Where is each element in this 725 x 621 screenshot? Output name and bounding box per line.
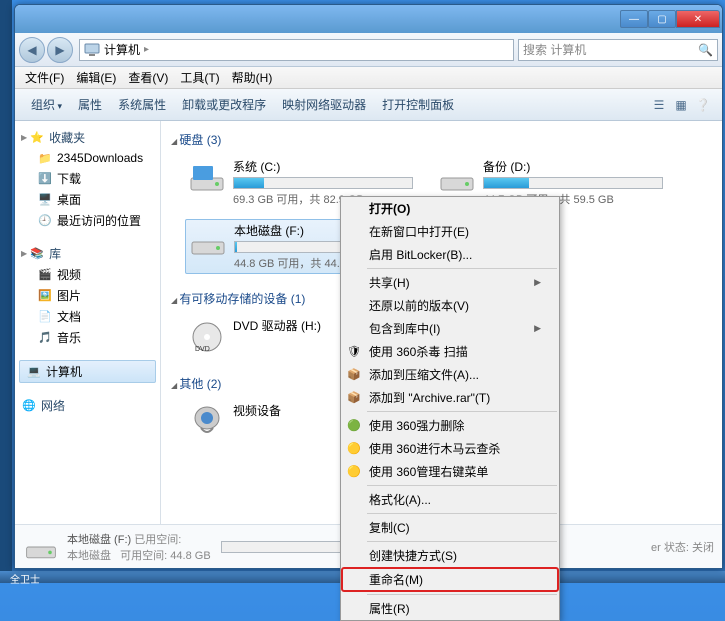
context-separator xyxy=(367,268,557,269)
context-item[interactable]: 启用 BitLocker(B)... xyxy=(341,243,559,266)
properties-button[interactable]: 属性 xyxy=(70,93,110,116)
picture-icon: 🖼️ xyxy=(37,288,53,304)
titlebar: — ▢ ✕ xyxy=(15,5,722,33)
sidebar-network[interactable]: 🌐网络 xyxy=(19,395,156,416)
control-panel-button[interactable]: 打开控制面板 xyxy=(374,93,462,116)
context-separator xyxy=(367,513,557,514)
recent-icon: 🕘 xyxy=(37,213,53,229)
star-icon: ⭐ xyxy=(29,130,45,146)
sidebar-item-downloads2345[interactable]: 📁2345Downloads xyxy=(19,148,156,168)
minimize-button[interactable]: — xyxy=(620,10,648,28)
system-properties-button[interactable]: 系统属性 xyxy=(110,93,174,116)
document-icon: 📄 xyxy=(37,309,53,325)
menu-tools[interactable]: 工具(T) xyxy=(174,69,225,86)
search-icon: 🔍 xyxy=(698,43,713,57)
context-item[interactable]: 创建快捷方式(S) xyxy=(341,544,559,567)
context-item[interactable]: 🛡使用 360杀毒 扫描 xyxy=(341,340,559,363)
context-item-icon: 📦 xyxy=(345,368,363,381)
sidebar: ▶⭐收藏夹 📁2345Downloads ⬇️下载 🖥️桌面 🕘最近访问的位置 … xyxy=(15,121,161,524)
menu-view[interactable]: 查看(V) xyxy=(122,69,174,86)
sidebar-favorites[interactable]: ▶⭐收藏夹 xyxy=(19,127,156,148)
sidebar-item-music[interactable]: 🎵音乐 xyxy=(19,327,156,348)
context-item[interactable]: 包含到库中(I)▶ xyxy=(341,317,559,340)
sidebar-item-downloads[interactable]: ⬇️下载 xyxy=(19,168,156,189)
search-input[interactable]: 搜索 计算机 🔍 xyxy=(518,39,718,61)
organize-button[interactable]: 组织 xyxy=(23,93,70,116)
section-drives[interactable]: 硬盘 (3) xyxy=(171,127,712,152)
drive-icon xyxy=(437,158,477,198)
menubar: 文件(F) 编辑(E) 查看(V) 工具(T) 帮助(H) xyxy=(15,67,722,89)
desktop-icon: 🖥️ xyxy=(37,192,53,208)
back-button[interactable]: ◀ xyxy=(19,37,45,63)
sidebar-libraries[interactable]: ▶📚库 xyxy=(19,243,156,264)
sidebar-item-video[interactable]: 🎬视频 xyxy=(19,264,156,285)
drive-c-progress xyxy=(233,177,413,189)
library-icon: 📚 xyxy=(29,246,45,262)
context-item[interactable]: 属性(R) xyxy=(341,597,559,620)
forward-button[interactable]: ▶ xyxy=(47,37,73,63)
menu-help[interactable]: 帮助(H) xyxy=(226,69,279,86)
context-item[interactable]: 共享(H)▶ xyxy=(341,271,559,294)
sidebar-item-documents[interactable]: 📄文档 xyxy=(19,306,156,327)
sidebar-item-recent[interactable]: 🕘最近访问的位置 xyxy=(19,210,156,231)
context-item-icon: 🟡 xyxy=(345,465,363,478)
sidebar-item-desktop[interactable]: 🖥️桌面 xyxy=(19,189,156,210)
webcam-icon xyxy=(187,402,227,442)
drive-icon xyxy=(23,529,59,565)
address-bar[interactable]: 计算机 ▸ xyxy=(79,39,514,61)
context-item-icon: 🟡 xyxy=(345,442,363,455)
breadcrumb-arrow: ▸ xyxy=(144,44,149,55)
map-network-button[interactable]: 映射网络驱动器 xyxy=(274,93,374,116)
submenu-arrow-icon: ▶ xyxy=(534,323,541,334)
address-label: 计算机 xyxy=(104,41,140,58)
status-progress xyxy=(221,541,341,553)
submenu-arrow-icon: ▶ xyxy=(534,277,541,288)
context-item[interactable]: 还原以前的版本(V) xyxy=(341,294,559,317)
drive-icon xyxy=(188,222,228,262)
context-separator xyxy=(367,541,557,542)
download-icon: ⬇️ xyxy=(37,171,53,187)
context-separator xyxy=(367,594,557,595)
context-item[interactable]: 格式化(A)... xyxy=(341,488,559,511)
computer-icon xyxy=(84,42,100,58)
desktop-taskbar-left xyxy=(0,0,12,583)
context-item[interactable]: 打开(O) xyxy=(341,197,559,220)
computer-icon: 💻 xyxy=(26,364,42,380)
music-icon: 🎵 xyxy=(37,330,53,346)
context-item[interactable]: 复制(C) xyxy=(341,516,559,539)
toolbar: 组织 属性 系统属性 卸载或更改程序 映射网络驱动器 打开控制面板 ☰ ▦ ❔ xyxy=(15,89,722,121)
svg-text:DVD: DVD xyxy=(195,346,210,353)
context-separator xyxy=(367,485,557,486)
context-item[interactable]: 在新窗口中打开(E) xyxy=(341,220,559,243)
sidebar-item-pictures[interactable]: 🖼️图片 xyxy=(19,285,156,306)
status-right: er 状态: 关闭 xyxy=(651,539,714,555)
context-menu: 打开(O)在新窗口中打开(E)启用 BitLocker(B)... 共享(H)▶还… xyxy=(340,196,560,621)
help-icon[interactable]: ❔ xyxy=(692,98,714,112)
sidebar-computer[interactable]: 💻计算机 xyxy=(19,360,156,383)
context-item[interactable]: 📦添加到压缩文件(A)... xyxy=(341,363,559,386)
menu-file[interactable]: 文件(F) xyxy=(19,69,70,86)
preview-icon[interactable]: ▦ xyxy=(670,98,692,112)
context-item[interactable]: 重命名(M) xyxy=(341,567,559,592)
network-icon: 🌐 xyxy=(21,398,37,414)
video-icon: 🎬 xyxy=(37,267,53,283)
context-item[interactable]: 📦添加到 "Archive.rar"(T) xyxy=(341,386,559,409)
drive-icon xyxy=(187,158,227,198)
context-item-icon: 🟢 xyxy=(345,419,363,432)
context-item[interactable]: 🟢使用 360强力删除 xyxy=(341,414,559,437)
dvd-icon: DVD xyxy=(187,317,227,357)
context-separator xyxy=(367,411,557,412)
drive-d-progress xyxy=(483,177,663,189)
uninstall-button[interactable]: 卸载或更改程序 xyxy=(174,93,274,116)
context-item-icon: 📦 xyxy=(345,391,363,404)
context-item[interactable]: 🟡使用 360管理右键菜单 xyxy=(341,460,559,483)
navbar: ◀ ▶ 计算机 ▸ 搜索 计算机 🔍 xyxy=(15,33,722,67)
context-item-icon: 🛡 xyxy=(345,345,363,358)
context-item[interactable]: 🟡使用 360进行木马云查杀 xyxy=(341,437,559,460)
menu-edit[interactable]: 编辑(E) xyxy=(70,69,122,86)
close-button[interactable]: ✕ xyxy=(676,10,720,28)
folder-icon: 📁 xyxy=(37,150,53,166)
view-icon[interactable]: ☰ xyxy=(648,98,670,112)
maximize-button[interactable]: ▢ xyxy=(648,10,676,28)
